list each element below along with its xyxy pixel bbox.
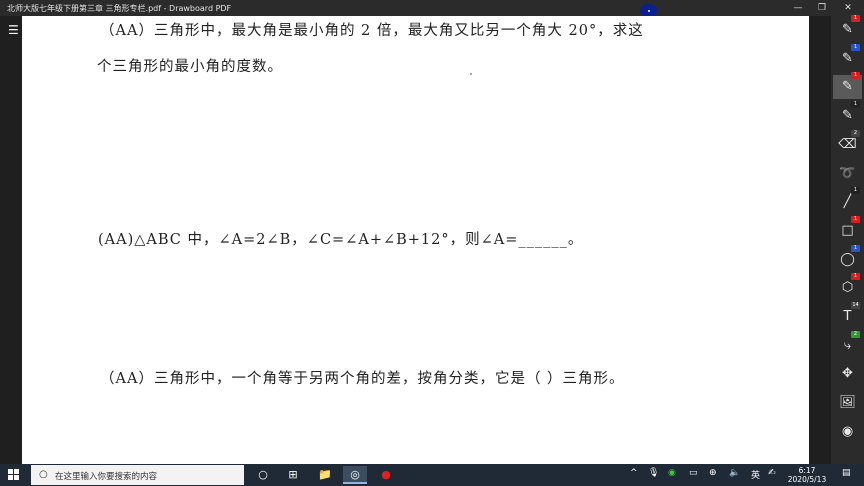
minimize-button[interactable]: — — [786, 2, 810, 14]
notification-icon[interactable]: ▤ — [842, 468, 851, 478]
display-icon[interactable]: ▭ — [689, 468, 698, 478]
ime-indicator[interactable]: 英 — [751, 468, 760, 481]
highlighter-tool-icon: ✎ — [842, 79, 853, 95]
volume-icon[interactable]: 🔈 — [729, 468, 740, 478]
connector-tool-icon: ⤷ — [843, 337, 852, 353]
pen-tool-icon: ✎ — [842, 22, 853, 37]
microphone-icon[interactable]: 🎙 — [648, 468, 659, 478]
pencil-tool[interactable]: ✎ 1 — [833, 43, 862, 71]
taskbar-search[interactable]: ○ 在这里输入你要搜索的内容 — [31, 465, 244, 485]
windows-start-icon[interactable] — [8, 469, 20, 481]
line-tool[interactable]: ╱ 1 — [833, 187, 862, 214]
screen-recorder-icon[interactable]: ● — [374, 466, 398, 484]
restore-button[interactable]: ❐ — [810, 2, 834, 14]
move-tool[interactable]: ✥ — [833, 362, 862, 386]
rectangle-tool-icon: □ — [841, 222, 854, 238]
polygon-tool[interactable]: ⬡ 1 — [833, 273, 862, 300]
highlighter-tool[interactable]: ✎ 1 — [833, 72, 862, 100]
image-tool-icon: 🖼 — [839, 395, 856, 411]
question-1-line-2: 个三角形的最小角的度数。 — [97, 59, 283, 75]
pen-tool[interactable]: ✎ 1 — [833, 15, 862, 42]
tool-badge: 2 — [851, 330, 860, 338]
move-tool-icon: ✥ — [842, 366, 853, 382]
image-tool[interactable]: 🖼 — [833, 391, 862, 415]
tool-badge: 1 — [851, 43, 860, 51]
pdf-page[interactable]: （AA）三角形中，最大角是最小角的 2 倍，最大角又比另一个角大 20°，求这 … — [22, 16, 809, 464]
clock-date: 2020/5/13 — [787, 475, 827, 484]
question-3: （AA）三角形中，一个角等于另两个角的差，按角分类，它是（ ）三角形。 — [100, 371, 625, 387]
tool-badge: 1 — [851, 15, 860, 22]
ellipse-tool-icon: ◯ — [840, 251, 855, 267]
search-placeholder: 在这里输入你要搜索的内容 — [55, 472, 158, 482]
tray-chevron-icon[interactable]: ^ — [630, 468, 638, 478]
search-icon: ○ — [39, 469, 48, 480]
menu-icon[interactable]: ☰ — [8, 24, 19, 36]
ellipse-tool[interactable]: ◯ 1 — [833, 244, 862, 272]
polygon-tool-icon: ⬡ — [841, 280, 854, 296]
tool-badge: 1 — [851, 273, 860, 281]
more-tool-icon: ◉ — [841, 423, 854, 439]
close-button[interactable]: ✕ — [836, 2, 860, 14]
tool-badge: 1 — [851, 215, 860, 223]
lasso-tool[interactable]: ➰ — [833, 162, 862, 186]
marker-tool-icon: ✎ — [842, 108, 853, 124]
lasso-tool-icon: ➰ — [839, 165, 856, 181]
wechat-icon[interactable]: ◉ — [668, 468, 676, 478]
rectangle-tool[interactable]: □ 1 — [833, 215, 862, 243]
file-explorer-icon[interactable]: 📁 — [313, 466, 337, 484]
taskbar: ○ 在这里输入你要搜索的内容 ○ ⊞ 📁 ◎ ● ^ 🎙 ◉ ▭ ⊕ 🔈 英 ✍… — [0, 464, 864, 486]
pen-workspace-icon[interactable]: ✍ — [768, 468, 776, 478]
eraser-tool-icon: ⌫ — [838, 136, 857, 152]
tool-badge: 1 — [851, 101, 860, 109]
question-1-line-1: （AA）三角形中，最大角是最小角的 2 倍，最大角又比另一个角大 20°，求这 — [100, 23, 644, 39]
line-tool-icon: ╱ — [843, 194, 852, 210]
tool-badge: 1 — [851, 187, 860, 195]
question-2: (AA)△ABC 中，∠A=2∠B，∠C=∠A+∠B+12°，则∠A=_____… — [98, 232, 584, 248]
network-icon[interactable]: ⊕ — [709, 468, 717, 478]
eraser-tool[interactable]: ⌫ 2 — [833, 129, 862, 157]
system-clock[interactable]: 6:17 2020/5/13 — [785, 466, 829, 484]
window-title: 北师大版七年级下册第三章 三角形专栏.pdf - Drawboard PDF — [7, 4, 232, 13]
ink-speck — [470, 73, 472, 75]
tool-badge: 1 — [851, 72, 860, 80]
connector-tool[interactable]: ⤷ 2 — [833, 330, 862, 358]
tool-badge: 1 — [851, 244, 860, 252]
drawboard-app-icon[interactable]: ◎ — [343, 466, 367, 484]
clock-time: 6:17 — [798, 466, 816, 475]
pencil-tool-icon: ✎ — [842, 50, 853, 66]
text-tool[interactable]: T 14 — [833, 302, 862, 329]
cortana-icon[interactable]: ○ — [251, 466, 275, 484]
ink-toolbar: ✎ 1 ✎ 1 ✎ 1 ✎ 1 ⌫ 2 ➰ ╱ 1 □ 1 ◯ 1 ⬡ 1 T 14 ⤷ 2 ✥ 🖼 ◉ — [831, 15, 864, 464]
task-view-icon[interactable]: ⊞ — [281, 466, 305, 484]
canvas-gutter — [809, 16, 831, 464]
marker-tool[interactable]: ✎ 1 — [833, 101, 862, 128]
title-bar: 北师大版七年级下册第三章 三角形专栏.pdf - Drawboard PDF —… — [0, 0, 864, 18]
tool-badge: 2 — [851, 129, 860, 137]
text-tool-icon: T — [843, 309, 852, 324]
more-tool[interactable]: ◉ — [833, 420, 862, 444]
tool-badge: 14 — [851, 302, 860, 309]
